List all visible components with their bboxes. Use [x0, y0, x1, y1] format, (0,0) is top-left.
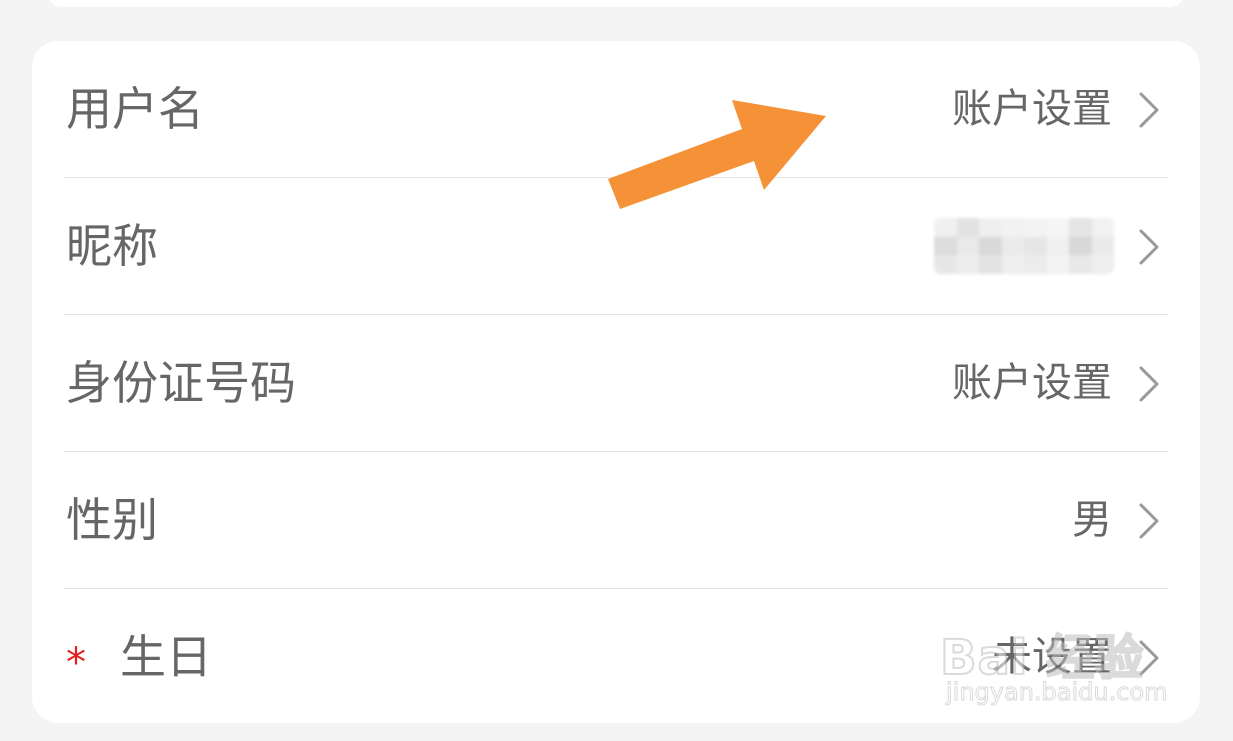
username-label: 用户名 — [66, 82, 204, 136]
watermark: Bai 经验 jingyan.baidu.com — [939, 608, 1180, 718]
required-mark: * — [66, 640, 86, 686]
birthday-label: 生日 — [120, 630, 212, 684]
row-gender[interactable]: 性别 男 — [32, 452, 1200, 589]
username-value: 账户设置 — [952, 86, 1112, 132]
gender-label: 性别 — [66, 493, 158, 547]
previous-card-edge — [48, 0, 1184, 7]
chevron-right-icon — [1139, 503, 1159, 539]
watermark-url: jingyan.baidu.com — [945, 678, 1168, 707]
id-number-value: 账户设置 — [952, 360, 1112, 406]
nickname-value-blurred — [934, 218, 1114, 274]
nickname-label: 昵称 — [66, 219, 158, 273]
chevron-right-icon — [1139, 366, 1159, 402]
arrow-annotation-icon — [608, 100, 826, 209]
gender-value: 男 — [1072, 497, 1112, 543]
chevron-right-icon — [1139, 229, 1159, 265]
id-number-label: 身份证号码 — [66, 356, 296, 410]
chevron-right-icon — [1139, 92, 1159, 128]
row-id-number[interactable]: 身份证号码 账户设置 — [32, 315, 1200, 452]
